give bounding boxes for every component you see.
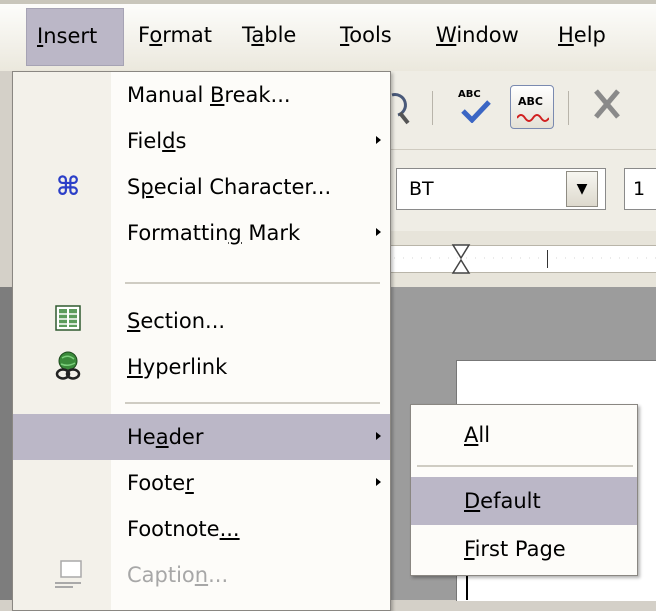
menu-item-formatting-mark[interactable]: Formatting Mark bbox=[13, 210, 390, 256]
insert-menu: Manual Break... Fields ⌘ Special Charact… bbox=[12, 71, 391, 611]
menu-tools[interactable]: Tools bbox=[330, 8, 402, 66]
submenu-item-default[interactable]: Default bbox=[411, 477, 637, 525]
cut-icon[interactable] bbox=[592, 87, 622, 127]
menu-item-header[interactable]: Header bbox=[13, 414, 390, 460]
font-name-value: BT bbox=[409, 178, 434, 200]
menu-item-section[interactable]: Section... bbox=[13, 298, 390, 344]
indent-marker-icon[interactable] bbox=[450, 244, 472, 274]
chevron-down-icon: ▼ bbox=[576, 181, 588, 197]
menu-window[interactable]: Window bbox=[426, 8, 529, 66]
menu-label-post: nsert bbox=[43, 24, 98, 48]
menu-item-label: Header bbox=[127, 425, 204, 449]
menu-label-post: indow bbox=[456, 23, 519, 47]
autospellcheck-button[interactable]: ABC bbox=[510, 85, 554, 129]
menu-label-accel: W bbox=[436, 23, 457, 47]
menu-label-post: ble bbox=[264, 23, 297, 47]
submenu-item-label: Default bbox=[464, 489, 541, 513]
submenu-separator bbox=[417, 465, 633, 467]
submenu-item-first-page[interactable]: First Page bbox=[411, 525, 637, 573]
font-name-dropdown-button[interactable]: ▼ bbox=[566, 171, 598, 207]
autospellcheck-label: ABC bbox=[518, 95, 543, 108]
menu-item-fields[interactable]: Fields bbox=[13, 118, 390, 164]
menu-item-footnote[interactable]: Footnote... bbox=[13, 506, 390, 552]
menu-item-label: Fields bbox=[127, 129, 187, 153]
menu-label-accel: a bbox=[251, 23, 265, 47]
menu-item-label: Footer bbox=[127, 471, 194, 495]
font-size-combobox[interactable]: 1 bbox=[624, 168, 656, 210]
caption-icon bbox=[53, 559, 83, 591]
toolbar-separator bbox=[568, 91, 569, 125]
menu-label-pre: T bbox=[242, 23, 252, 47]
section-icon bbox=[53, 305, 83, 337]
submenu-item-all[interactable]: All bbox=[411, 411, 637, 459]
horizontal-ruler bbox=[380, 231, 656, 287]
spellcheck-button[interactable]: ABC bbox=[454, 85, 498, 129]
document-background-left bbox=[0, 287, 12, 600]
menu-label-pre: F bbox=[138, 23, 150, 47]
menu-label-accel: T bbox=[340, 23, 350, 47]
menu-item-manual-break[interactable]: Manual Break... bbox=[13, 72, 390, 118]
hyperlink-icon bbox=[53, 351, 83, 383]
menu-item-label: Formatting Mark bbox=[127, 221, 301, 245]
squiggle-icon bbox=[517, 114, 549, 122]
menu-label-post: elp bbox=[573, 23, 606, 47]
menu-label-post: ools bbox=[349, 23, 392, 47]
toolbar-area: ABC ABC BT ▼ 1 bbox=[380, 71, 656, 287]
submenu-item-label: First Page bbox=[464, 537, 566, 561]
zoom-icon[interactable] bbox=[390, 89, 420, 125]
menu-format[interactable]: Format bbox=[128, 8, 222, 66]
menu-insert[interactable]: Insert bbox=[26, 8, 124, 66]
ruler-strip bbox=[390, 244, 656, 274]
font-size-value: 1 bbox=[633, 178, 646, 200]
special-character-icon: ⌘ bbox=[55, 172, 81, 202]
menu-bar: Insert Format Table Tools Window Help bbox=[0, 0, 656, 71]
menu-item-label: Caption... bbox=[127, 563, 229, 587]
menu-separator bbox=[125, 282, 380, 284]
menu-separator bbox=[125, 402, 380, 404]
ruler-ticks bbox=[390, 257, 656, 259]
checkmark-icon bbox=[461, 100, 491, 123]
menu-table[interactable]: Table bbox=[232, 8, 306, 66]
menu-help[interactable]: Help bbox=[548, 8, 616, 66]
menu-label-post: rmat bbox=[162, 23, 213, 47]
menu-item-label: Hyperlink bbox=[127, 355, 228, 379]
menu-item-hyperlink[interactable]: Hyperlink bbox=[13, 344, 390, 390]
menu-item-footer[interactable]: Footer bbox=[13, 460, 390, 506]
submenu-item-label: All bbox=[464, 423, 491, 447]
menu-label-accel: H bbox=[558, 23, 574, 47]
menu-item-label: Manual Break... bbox=[127, 83, 291, 107]
menu-item-label: Section... bbox=[127, 309, 226, 333]
menu-item-special-character[interactable]: ⌘ Special Character... bbox=[13, 164, 390, 210]
menu-label-accel: o bbox=[149, 23, 163, 47]
ruler-tick bbox=[547, 250, 548, 268]
menu-item-label: Special Character... bbox=[127, 175, 332, 199]
menu-item-caption[interactable]: Caption... bbox=[13, 552, 390, 598]
header-submenu: All Default First Page bbox=[410, 404, 638, 576]
formatting-toolbar: BT ▼ 1 bbox=[380, 149, 656, 232]
toolbar-separator bbox=[432, 91, 433, 125]
menu-item-label: Footnote... bbox=[127, 517, 240, 541]
standard-toolbar: ABC ABC bbox=[380, 71, 656, 150]
